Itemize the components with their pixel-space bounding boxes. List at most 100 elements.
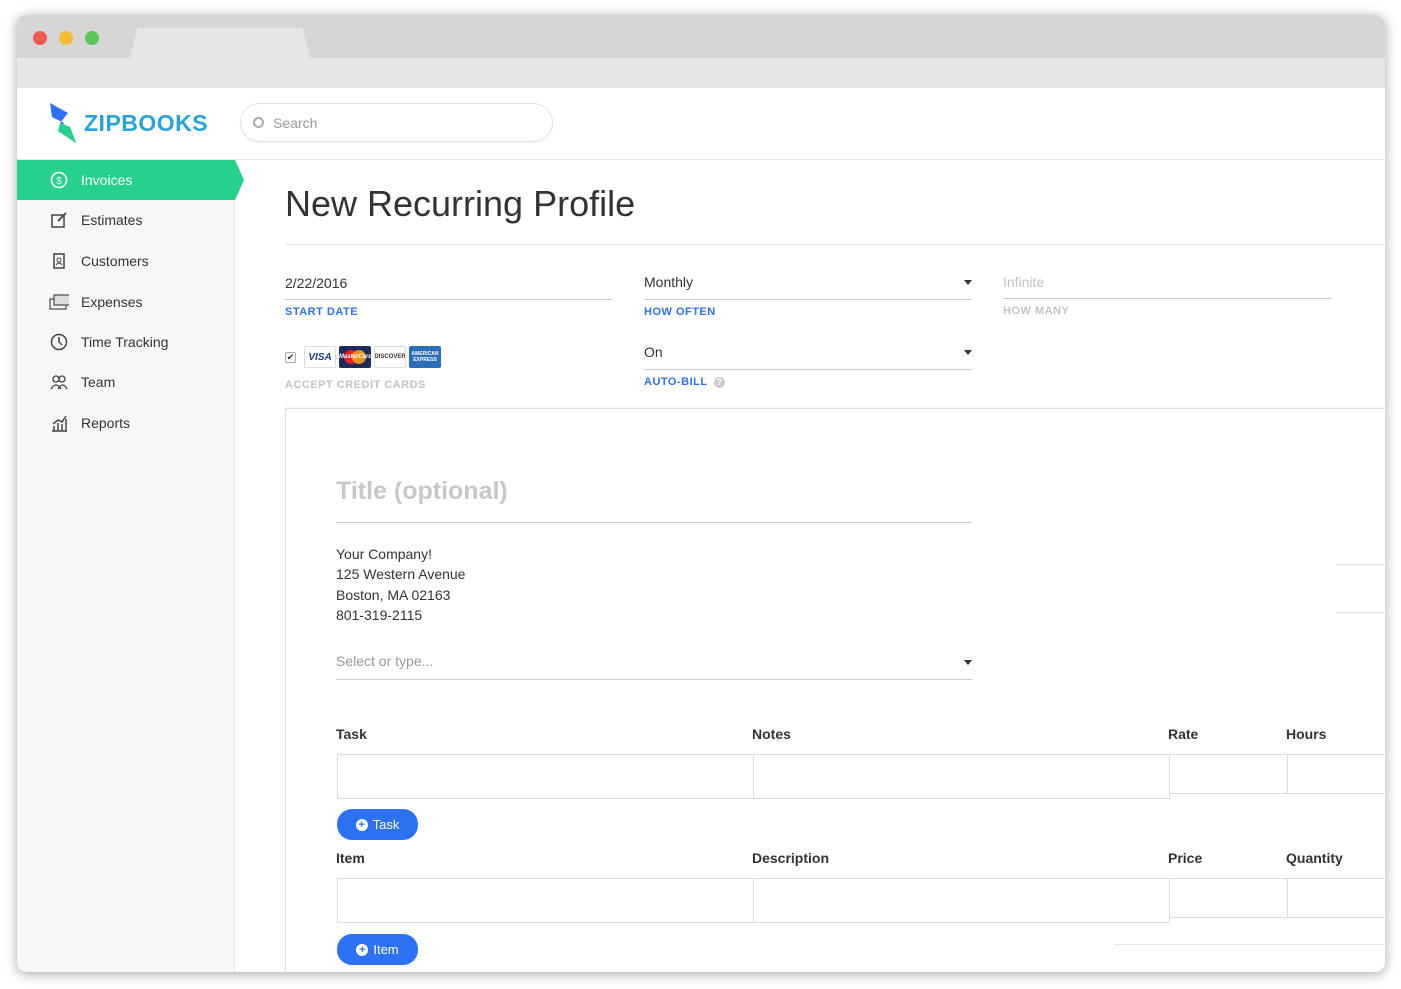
- company-city: Boston, MA 02163: [336, 586, 451, 603]
- money-stack-icon: [49, 292, 69, 312]
- mastercard-icon: MasterCard: [339, 346, 371, 368]
- item-input[interactable]: [337, 878, 754, 923]
- dollar-circle-icon: $: [49, 170, 69, 190]
- invoice-title-input[interactable]: Title (optional): [336, 477, 972, 523]
- sidebar-item-label: Customers: [81, 253, 149, 269]
- auto-bill-select[interactable]: On AUTO-BILL?: [644, 343, 972, 388]
- browser-tab[interactable]: [130, 28, 310, 58]
- contact-card-icon: [49, 251, 69, 271]
- caret-down-icon: [964, 660, 972, 665]
- customer-placeholder: Select or type...: [336, 653, 434, 669]
- plus-circle-icon: +: [356, 943, 369, 956]
- customer-select[interactable]: Select or type...: [336, 653, 972, 680]
- notes-input[interactable]: [753, 754, 1170, 799]
- amex-card-text: AMERICAN EXPRESS: [411, 351, 439, 363]
- amex-card-icon: AMERICAN EXPRESS: [409, 346, 441, 368]
- how-many-input[interactable]: Infinite HOW MANY: [1003, 273, 1331, 317]
- title-bar: [17, 15, 1385, 88]
- company-phone: 801-319-2115: [336, 606, 423, 623]
- sidebar-item-label: Estimates: [81, 212, 143, 228]
- company-address[interactable]: Your Company! 125 Western Avenue Boston,…: [336, 544, 465, 625]
- auto-bill-label: AUTO-BILL: [644, 376, 708, 388]
- search-icon: [253, 117, 264, 128]
- sidebar-item-label: Team: [81, 374, 116, 390]
- start-date-value: 2/22/2016: [285, 275, 348, 291]
- column-header-item: Item: [336, 850, 365, 866]
- field-line: [1336, 612, 1385, 613]
- search-placeholder: Search: [273, 114, 318, 131]
- rate-input[interactable]: [1169, 754, 1288, 794]
- search-input[interactable]: Search: [240, 103, 553, 142]
- description-input[interactable]: [753, 878, 1170, 923]
- visa-card-text: VISA: [308, 351, 332, 363]
- caret-down-icon: [964, 350, 972, 355]
- column-header-description: Description: [752, 850, 830, 866]
- zipbooks-logo-icon: [50, 103, 76, 143]
- help-icon[interactable]: ?: [713, 376, 725, 388]
- sidebar-item-reports[interactable]: Reports: [17, 403, 235, 443]
- visa-card-icon: VISA: [304, 346, 336, 368]
- how-often-select[interactable]: Monthly HOW OFTEN: [644, 273, 972, 318]
- accept-credit-cards-label: ACCEPT CREDIT CARDS: [285, 379, 426, 391]
- how-often-value: Monthly: [644, 274, 694, 290]
- sidebar: $ Invoices Estimates Customers Expenses T…: [17, 160, 244, 972]
- credit-cards-row: ✔ VISA MasterCard DISCOVER AMERICAN EXPR…: [285, 346, 441, 368]
- how-many-placeholder: Infinite: [1003, 274, 1045, 290]
- how-many-label: HOW MANY: [1003, 305, 1070, 317]
- start-date-label: START DATE: [285, 306, 359, 318]
- brand-name: ZIPBOOKS: [84, 109, 209, 136]
- browser-window: ZIPBOOKS Search $ Invoices Estimates Cust…: [17, 15, 1385, 972]
- app: ZIPBOOKS Search $ Invoices Estimates Cust…: [17, 88, 1385, 972]
- column-header-quantity: Quantity: [1286, 850, 1343, 866]
- totals-divider: [1114, 944, 1385, 945]
- logo[interactable]: ZIPBOOKS: [48, 103, 208, 143]
- minimize-window-button[interactable]: [59, 31, 73, 45]
- field-underline: [285, 299, 613, 300]
- company-name: Your Company!: [336, 546, 432, 562]
- discover-card-icon: DISCOVER: [374, 346, 406, 368]
- sidebar-item-label: Time Tracking: [81, 334, 169, 350]
- column-header-notes: Notes: [752, 726, 791, 742]
- sidebar-item-invoices[interactable]: $ Invoices: [17, 160, 244, 200]
- sidebar-item-estimates[interactable]: Estimates: [17, 200, 235, 240]
- task-input[interactable]: [337, 754, 754, 799]
- add-task-button[interactable]: + Task: [337, 809, 418, 840]
- title-divider: [285, 244, 1385, 245]
- plus-circle-icon: +: [355, 818, 368, 831]
- add-item-button[interactable]: + Item: [337, 934, 418, 965]
- mastercard-text: MasterCard: [339, 354, 371, 360]
- column-header-price: Price: [1168, 850, 1203, 866]
- quantity-input[interactable]: [1287, 878, 1385, 918]
- column-header-rate: Rate: [1168, 726, 1199, 742]
- column-header-task: Task: [336, 726, 367, 742]
- how-often-label: HOW OFTEN: [644, 306, 716, 318]
- sidebar-item-label: Reports: [81, 415, 131, 431]
- bar-chart-icon: [49, 413, 69, 433]
- svg-text:$: $: [56, 176, 62, 187]
- maximize-window-button[interactable]: [85, 31, 99, 45]
- column-header-hours: Hours: [1286, 726, 1327, 742]
- close-window-button[interactable]: [33, 31, 47, 45]
- caret-down-icon: [964, 280, 972, 285]
- field-line: [1336, 564, 1385, 565]
- sidebar-item-label: Invoices: [81, 172, 133, 188]
- edit-icon: [49, 210, 69, 230]
- sidebar-item-customers[interactable]: Customers: [17, 241, 235, 281]
- sidebar-item-team[interactable]: Team: [17, 362, 235, 402]
- auto-bill-value: On: [644, 344, 663, 360]
- hours-input[interactable]: [1287, 754, 1385, 794]
- sidebar-item-expenses[interactable]: Expenses: [17, 282, 235, 322]
- page-title: New Recurring Profile: [285, 183, 636, 224]
- discover-card-text: DISCOVER: [374, 354, 406, 360]
- sidebar-item-label: Expenses: [81, 294, 143, 310]
- tab-strip: [17, 58, 1385, 88]
- clock-icon: [49, 332, 69, 352]
- sidebar-item-time-tracking[interactable]: Time Tracking: [17, 322, 235, 362]
- add-item-label: Item: [373, 942, 399, 957]
- users-icon: [49, 372, 69, 392]
- price-input[interactable]: [1169, 878, 1288, 918]
- accept-credit-cards-checkbox[interactable]: ✔: [285, 351, 296, 363]
- company-street: 125 Western Avenue: [336, 566, 466, 583]
- add-task-label: Task: [372, 817, 400, 832]
- start-date-field[interactable]: 2/22/2016 START DATE: [285, 273, 613, 318]
